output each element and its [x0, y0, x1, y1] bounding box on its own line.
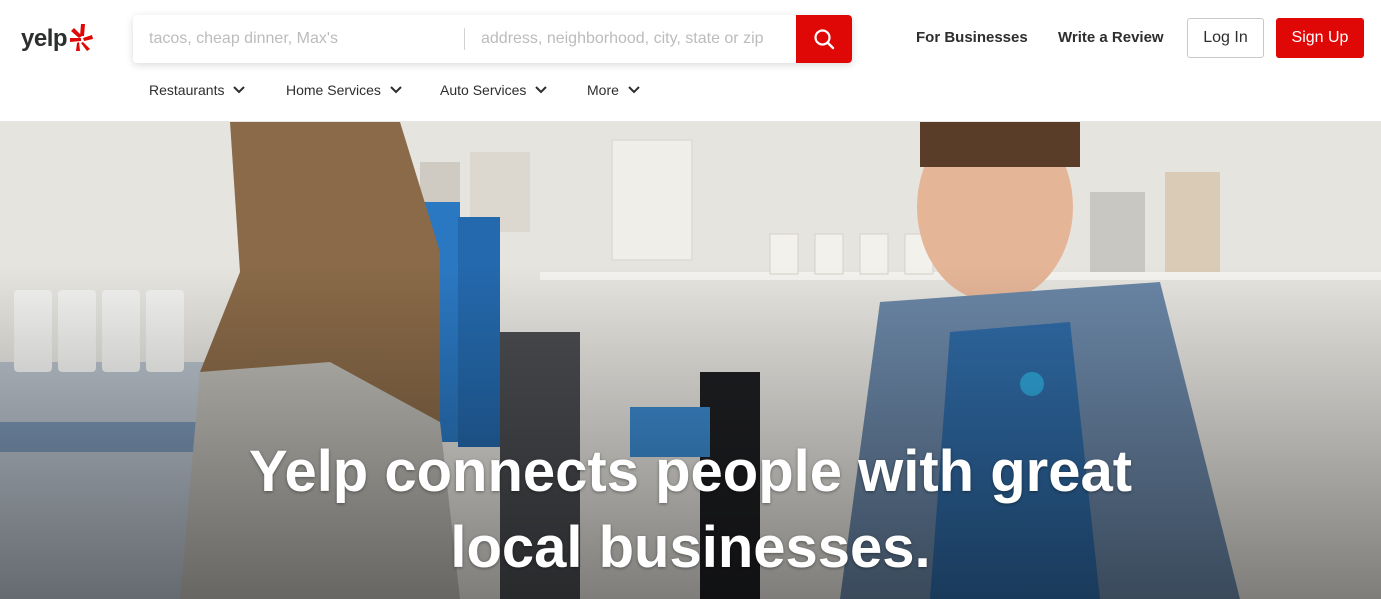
site-header: yelp For Businesses Write a Review Log I… — [0, 0, 1381, 122]
chevron-down-icon — [535, 86, 548, 94]
chevron-down-icon — [628, 86, 640, 94]
category-label: Home Services — [286, 82, 381, 98]
hero-banner: Yelp connects people with great local bu… — [0, 122, 1381, 599]
logo-text: yelp — [21, 25, 68, 52]
chevron-down-icon — [390, 86, 402, 94]
category-label: More — [587, 82, 619, 98]
category-restaurants[interactable]: Restaurants — [149, 80, 246, 100]
category-home-services[interactable]: Home Services — [286, 80, 402, 100]
category-label: Auto Services — [440, 82, 527, 98]
for-businesses-link[interactable]: For Businesses — [916, 29, 1028, 46]
search-icon — [814, 29, 835, 50]
category-auto-services[interactable]: Auto Services — [440, 80, 548, 100]
category-label: Restaurants — [149, 82, 225, 98]
near-input[interactable] — [481, 15, 781, 63]
write-review-link[interactable]: Write a Review — [1058, 29, 1164, 46]
headline-line-1: Yelp connects people with great — [248, 439, 1133, 504]
search-button[interactable] — [796, 15, 852, 63]
hero-headline: Yelp connects people with great local bu… — [0, 434, 1381, 586]
yelp-burst-icon — [70, 24, 94, 51]
headline-line-2: local businesses. — [450, 515, 931, 580]
search-divider — [464, 28, 465, 50]
chevron-down-icon — [233, 86, 246, 94]
sign-up-button[interactable]: Sign Up — [1276, 18, 1364, 58]
log-in-button[interactable]: Log In — [1187, 18, 1264, 58]
search-bar — [133, 15, 852, 63]
category-more[interactable]: More — [587, 80, 640, 100]
find-input[interactable] — [149, 15, 449, 63]
yelp-logo[interactable]: yelp — [21, 22, 105, 56]
